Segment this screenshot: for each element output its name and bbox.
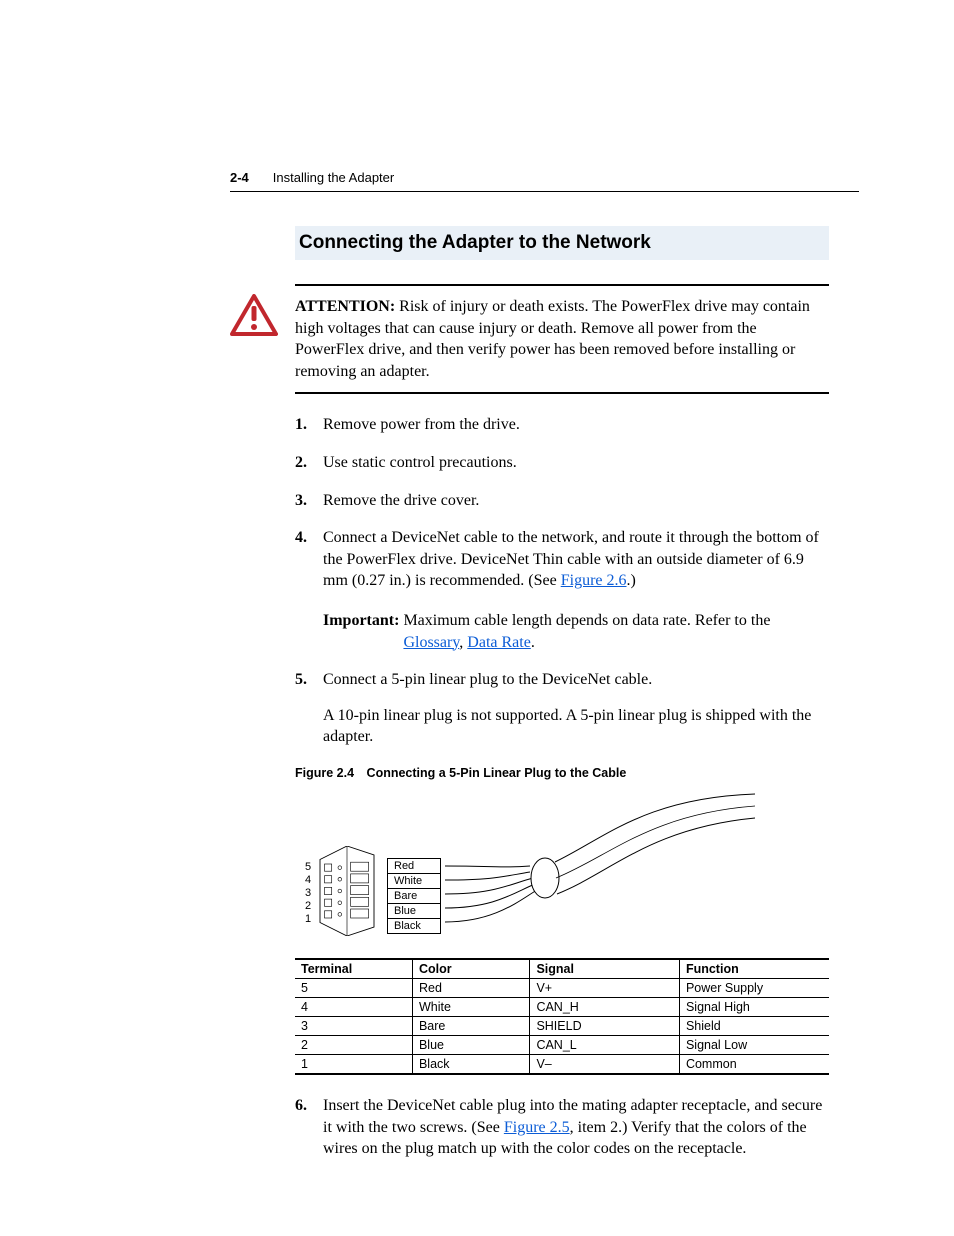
table-header-row: Terminal Color Signal Function	[295, 959, 829, 979]
attention-block: ATTENTION: Risk of injury or death exist…	[295, 284, 829, 394]
data-rate-link[interactable]: Data Rate	[467, 634, 531, 651]
table-row: 3 Bare SHIELD Shield	[295, 1016, 829, 1035]
figure-diagram: 5 4 3 2 1 Red White Bare	[295, 788, 829, 948]
cable-icon	[435, 788, 755, 938]
steps-list-continued: Insert the DeviceNet cable plug into the…	[295, 1095, 829, 1160]
cell-signal: V+	[530, 978, 680, 997]
connector-icon	[317, 846, 377, 936]
cell-color: Blue	[412, 1035, 529, 1054]
wire-blue: Blue	[387, 903, 441, 918]
cell-function: Signal High	[679, 997, 829, 1016]
table-row: 1 Black V– Common	[295, 1054, 829, 1074]
wire-bare: Bare	[387, 888, 441, 903]
chapter-title: Installing the Adapter	[273, 170, 394, 185]
page: 2-4 Installing the Adapter Connecting th…	[0, 0, 954, 1236]
th-terminal: Terminal	[295, 959, 412, 979]
wire-black: Black	[387, 918, 441, 934]
important-body: Maximum cable length depends on data rat…	[403, 610, 829, 653]
important-label: Important:	[323, 610, 399, 653]
step-3-text: Remove the drive cover.	[323, 492, 479, 509]
step-2-text: Use static control precautions.	[323, 454, 517, 471]
step-3: Remove the drive cover.	[295, 490, 829, 512]
table-row: 2 Blue CAN_L Signal Low	[295, 1035, 829, 1054]
step-5-text-b: A 10-pin linear plug is not supported. A…	[323, 705, 829, 748]
figure-caption: Figure 2.4 Connecting a 5-Pin Linear Plu…	[295, 766, 829, 780]
cell-terminal: 5	[295, 978, 412, 997]
pin-numbers: 5 4 3 2 1	[305, 861, 311, 926]
cell-terminal: 4	[295, 997, 412, 1016]
figure-2-6-link[interactable]: Figure 2.6	[561, 572, 627, 589]
pin-3: 3	[305, 887, 311, 900]
cell-function: Power Supply	[679, 978, 829, 997]
table-row: 4 White CAN_H Signal High	[295, 997, 829, 1016]
glossary-link[interactable]: Glossary	[403, 634, 459, 651]
wire-red: Red	[387, 858, 441, 873]
running-header: 2-4 Installing the Adapter	[230, 170, 859, 192]
important-text-a: Maximum cable length depends on data rat…	[403, 612, 770, 629]
table-row: 5 Red V+ Power Supply	[295, 978, 829, 997]
terminal-table: Terminal Color Signal Function 5 Red V+ …	[295, 958, 829, 1075]
attention-label: ATTENTION:	[295, 298, 395, 315]
pin-1: 1	[305, 913, 311, 926]
cell-signal: CAN_L	[530, 1035, 680, 1054]
step-5-text-a: Connect a 5-pin linear plug to the Devic…	[323, 671, 652, 688]
cell-terminal: 3	[295, 1016, 412, 1035]
section-heading: Connecting the Adapter to the Network	[295, 226, 829, 260]
cell-signal: SHIELD	[530, 1016, 680, 1035]
cell-function: Common	[679, 1054, 829, 1074]
pin-5: 5	[305, 861, 311, 874]
wire-white: White	[387, 873, 441, 888]
attention-text: ATTENTION: Risk of injury or death exist…	[295, 296, 829, 382]
content-column: Connecting the Adapter to the Network AT…	[295, 226, 829, 1160]
important-note: Important: Maximum cable length depends …	[323, 610, 829, 653]
cell-signal: V–	[530, 1054, 680, 1074]
cell-signal: CAN_H	[530, 997, 680, 1016]
step-1: Remove power from the drive.	[295, 414, 829, 436]
cell-color: White	[412, 997, 529, 1016]
th-signal: Signal	[530, 959, 680, 979]
step-1-text: Remove power from the drive.	[323, 416, 520, 433]
pin-2: 2	[305, 900, 311, 913]
cell-function: Signal Low	[679, 1035, 829, 1054]
step-6: Insert the DeviceNet cable plug into the…	[295, 1095, 829, 1160]
cell-function: Shield	[679, 1016, 829, 1035]
figure-2-5-link[interactable]: Figure 2.5	[504, 1119, 570, 1136]
step-2: Use static control precautions.	[295, 452, 829, 474]
cell-color: Bare	[412, 1016, 529, 1035]
pin-4: 4	[305, 874, 311, 887]
steps-list: Remove power from the drive. Use static …	[295, 414, 829, 748]
cell-color: Black	[412, 1054, 529, 1074]
attention-icon	[230, 294, 278, 343]
step-5: Connect a 5-pin linear plug to the Devic…	[295, 669, 829, 748]
cell-terminal: 2	[295, 1035, 412, 1054]
cell-terminal: 1	[295, 1054, 412, 1074]
th-function: Function	[679, 959, 829, 979]
cell-color: Red	[412, 978, 529, 997]
wire-labels: Red White Bare Blue Black	[387, 858, 441, 934]
important-text-b: .	[531, 634, 535, 651]
th-color: Color	[412, 959, 529, 979]
step-4: Connect a DeviceNet cable to the network…	[295, 527, 829, 653]
step-4-text-b: .)	[627, 572, 636, 589]
page-number: 2-4	[230, 170, 249, 185]
